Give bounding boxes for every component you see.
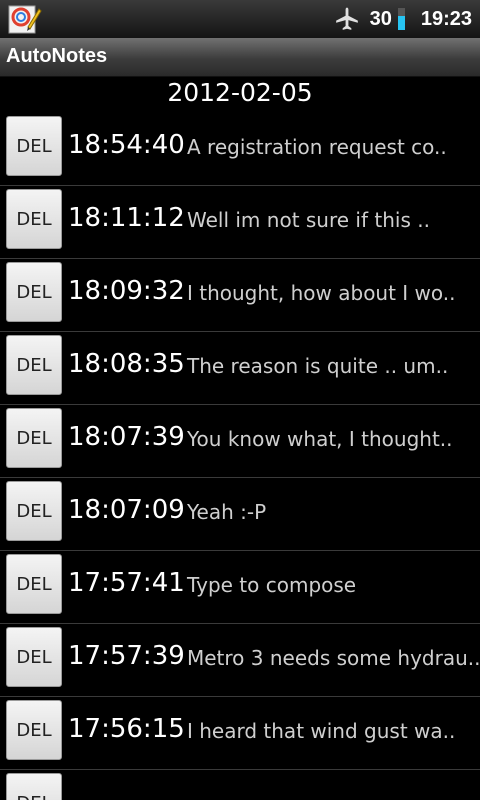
note-row-partial[interactable]: DEL xyxy=(0,770,480,800)
note-preview: Yeah :-P xyxy=(187,500,267,524)
battery-icon xyxy=(397,8,405,30)
note-time: 17:56:15 xyxy=(68,714,185,744)
note-row[interactable]: DEL 17:57:39 Metro 3 needs some hydrau.. xyxy=(0,624,480,697)
delete-button[interactable]: DEL xyxy=(6,700,62,760)
note-time: 18:07:09 xyxy=(68,495,185,525)
note-time: 18:54:40 xyxy=(68,130,185,160)
note-row[interactable]: DEL 17:56:15 I heard that wind gust wa.. xyxy=(0,697,480,770)
autonotes-app-icon xyxy=(8,5,42,34)
delete-button[interactable]: DEL xyxy=(6,481,62,541)
title-bar: AutoNotes xyxy=(0,38,480,77)
note-preview: The reason is quite .. um.. xyxy=(187,354,449,378)
note-preview: You know what, I thought.. xyxy=(187,427,453,451)
note-preview: Well im not sure if this .. xyxy=(187,208,430,232)
note-preview: I heard that wind gust wa.. xyxy=(187,719,456,743)
delete-button[interactable]: DEL xyxy=(6,773,62,800)
note-time: 18:07:39 xyxy=(68,422,185,452)
status-bar: 30 19:23 xyxy=(0,0,480,38)
note-time: 17:57:41 xyxy=(68,568,185,598)
note-time: 18:09:32 xyxy=(68,276,185,306)
delete-button[interactable]: DEL xyxy=(6,335,62,395)
battery-level-text: 30 xyxy=(369,7,392,30)
date-header: 2012-02-05 xyxy=(167,78,313,107)
note-preview: Metro 3 needs some hydrau.. xyxy=(187,646,480,670)
note-time: 18:11:12 xyxy=(68,203,185,233)
note-row[interactable]: DEL 18:11:12 Well im not sure if this .. xyxy=(0,186,480,259)
delete-button[interactable]: DEL xyxy=(6,262,62,322)
note-preview: I thought, how about I wo.. xyxy=(187,281,456,305)
note-time: 17:57:39 xyxy=(68,641,185,671)
delete-button[interactable]: DEL xyxy=(6,554,62,614)
note-row[interactable]: DEL 17:57:41 Type to compose xyxy=(0,551,480,624)
status-clock: 19:23 xyxy=(420,7,472,30)
delete-button[interactable]: DEL xyxy=(6,189,62,249)
note-row[interactable]: DEL 18:54:40 A registration request co.. xyxy=(0,113,480,186)
note-row[interactable]: DEL 18:07:39 You know what, I thought.. xyxy=(0,405,480,478)
note-preview: A registration request co.. xyxy=(187,135,447,159)
note-row[interactable]: DEL 18:09:32 I thought, how about I wo.. xyxy=(0,259,480,332)
note-row[interactable]: DEL 18:08:35 The reason is quite .. um.. xyxy=(0,332,480,405)
app-title: AutoNotes xyxy=(6,45,108,67)
delete-button[interactable]: DEL xyxy=(6,408,62,468)
note-time: 18:08:35 xyxy=(68,349,185,379)
note-preview: Type to compose xyxy=(187,573,357,597)
delete-button[interactable]: DEL xyxy=(6,116,62,176)
airplane-mode-icon xyxy=(335,7,358,30)
delete-button[interactable]: DEL xyxy=(6,627,62,687)
note-row[interactable]: DEL 18:07:09 Yeah :-P xyxy=(0,478,480,551)
notes-list: DEL 18:54:40 A registration request co..… xyxy=(0,113,480,770)
